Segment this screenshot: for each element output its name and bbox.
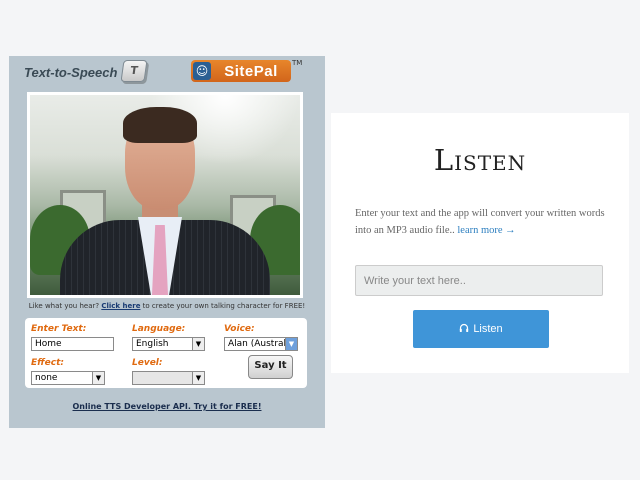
click-here-link[interactable]: Click here xyxy=(101,302,140,310)
voice-label: Voice: xyxy=(224,324,255,334)
learn-more-link[interactable]: learn more → xyxy=(457,225,515,236)
effect-value: none xyxy=(35,373,58,383)
sitepal-logo[interactable]: ☺ SitePal xyxy=(191,60,291,82)
logo-text: SitePal xyxy=(224,62,278,80)
listen-button-label: Listen xyxy=(473,323,503,335)
chevron-down-icon[interactable]: ▼ xyxy=(285,338,297,350)
promo-prefix: Like what you hear? xyxy=(28,302,100,310)
listen-card: Listen Enter your text and the app will … xyxy=(331,113,629,373)
card-description: Enter your text and the app will convert… xyxy=(355,205,605,239)
enter-text-input[interactable]: Home xyxy=(31,337,114,351)
avatar-frame xyxy=(27,92,303,298)
headphones-icon xyxy=(460,323,469,332)
listen-button[interactable]: Listen xyxy=(413,310,549,348)
widget-header: Text-to-Speech T ☺ SitePal TM xyxy=(9,56,325,90)
avatar-hair xyxy=(123,107,197,143)
effect-select[interactable]: none ▼ xyxy=(31,371,105,385)
trademark: TM xyxy=(292,59,303,67)
card-title: Listen xyxy=(433,143,527,177)
effect-label: Effect: xyxy=(31,358,64,368)
language-value: English xyxy=(136,339,169,349)
level-select: ▼ xyxy=(132,371,205,385)
chevron-down-icon[interactable]: ▼ xyxy=(92,372,104,384)
language-label: Language: xyxy=(132,324,186,334)
avatar-character-image[interactable] xyxy=(30,95,300,295)
face-icon: ☺ xyxy=(193,62,211,80)
level-label: Level: xyxy=(132,358,163,368)
widget-title: Text-to-Speech xyxy=(24,65,118,80)
say-it-button[interactable]: Say It xyxy=(248,355,293,379)
text-input[interactable]: Write your text here.. xyxy=(355,265,603,296)
chevron-down-icon[interactable]: ▼ xyxy=(192,338,204,350)
tts-widget: Text-to-Speech T ☺ SitePal TM Like what … xyxy=(9,56,325,428)
developer-api-link[interactable]: Online TTS Developer API. Try it for FRE… xyxy=(9,402,325,411)
promo-suffix: to create your own talking character for… xyxy=(142,302,306,310)
keyboard-key-icon: T xyxy=(120,60,148,82)
enter-text-label: Enter Text: xyxy=(31,324,87,334)
voice-select[interactable]: Alan (Australia ▼ xyxy=(224,337,298,351)
promo-text: Like what you hear? Click here to create… xyxy=(9,302,325,310)
language-select[interactable]: English ▼ xyxy=(132,337,205,351)
chevron-down-icon: ▼ xyxy=(192,372,204,384)
